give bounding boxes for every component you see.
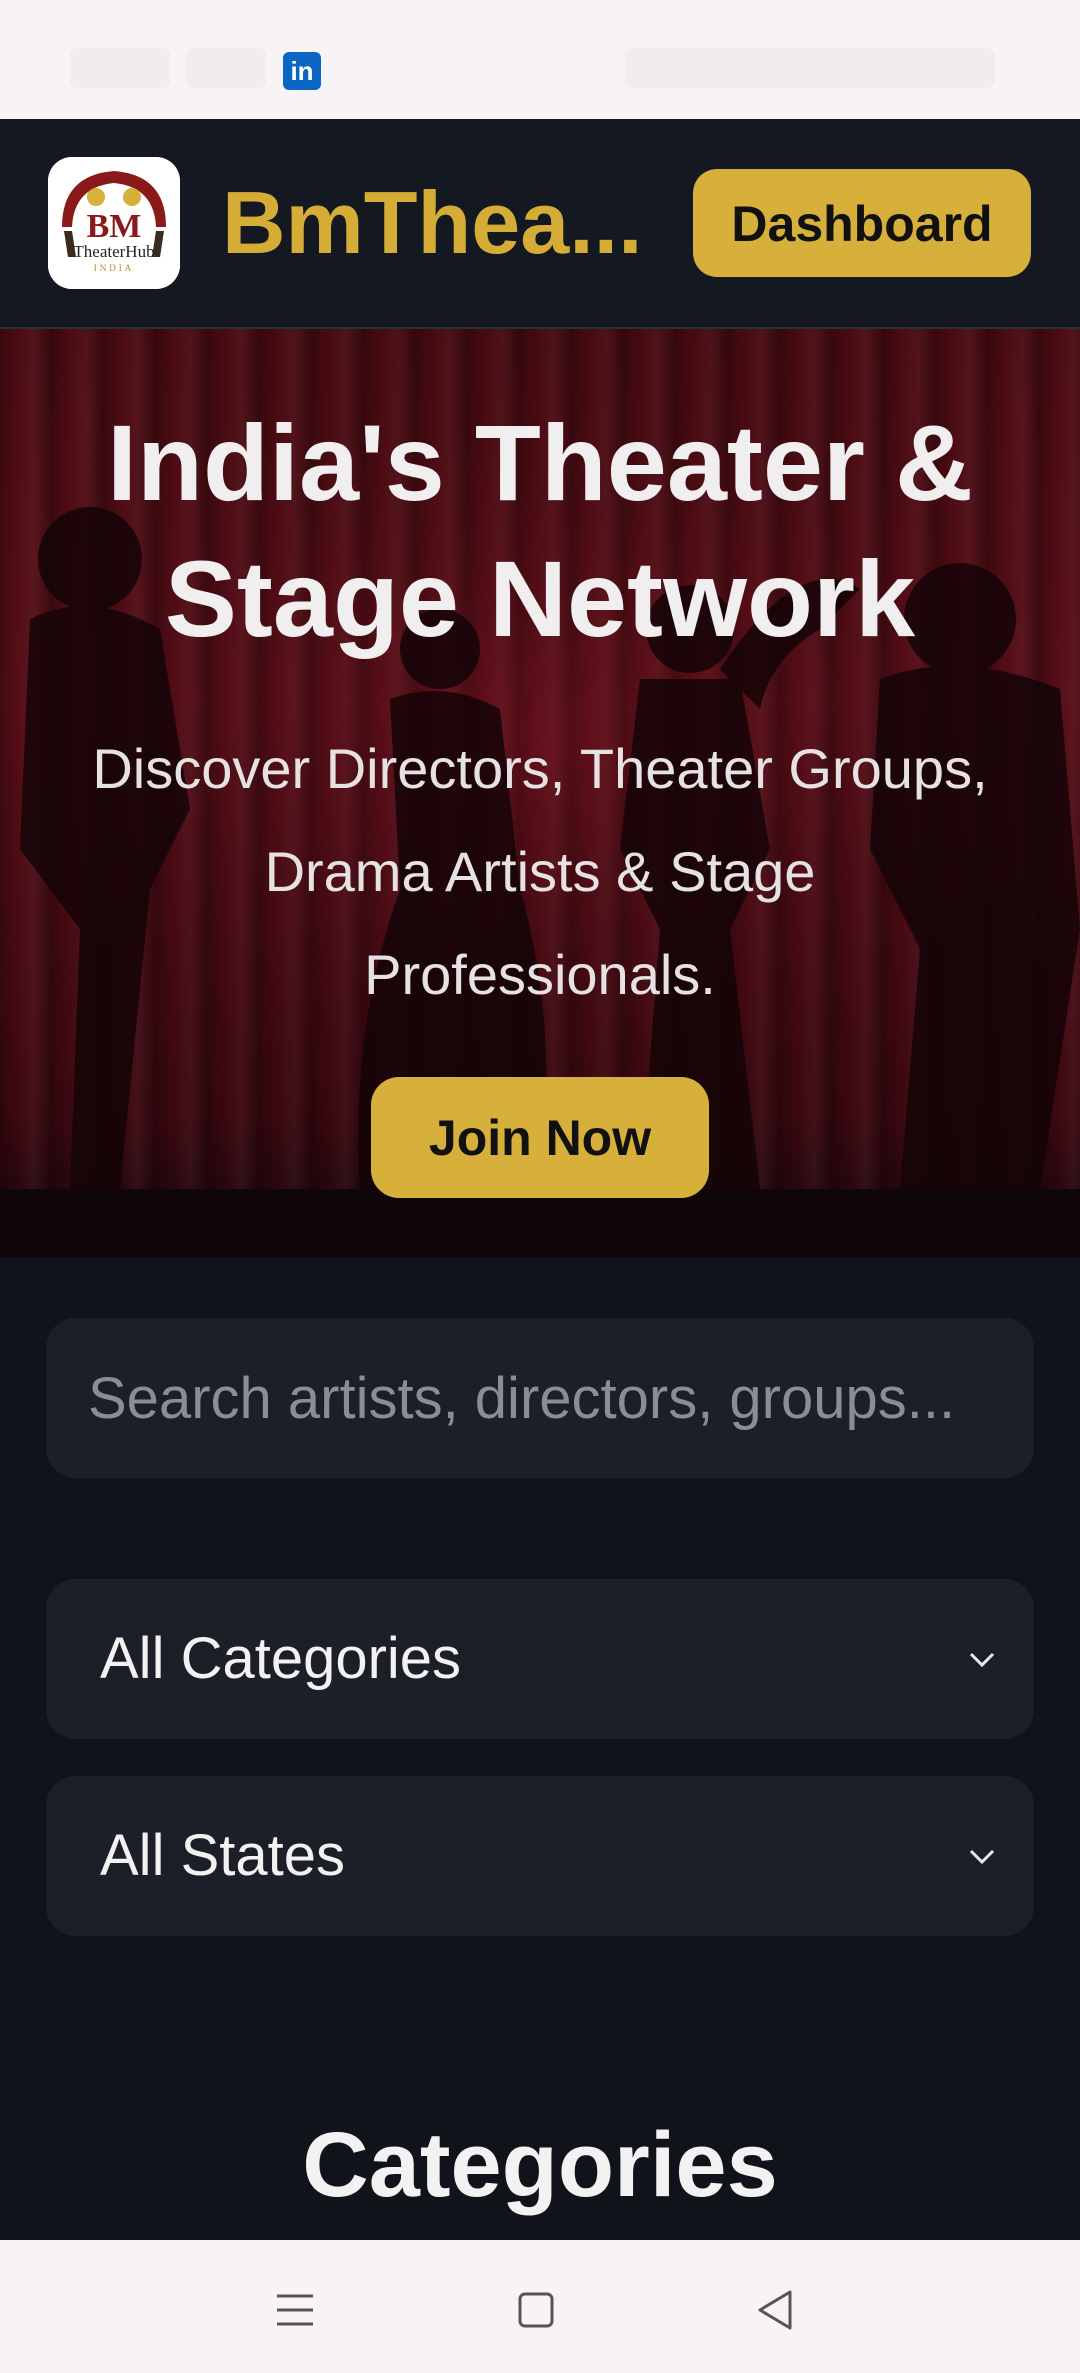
site-logo[interactable]: BM TheaterHub INDIA bbox=[48, 157, 180, 289]
state-select-value: All States bbox=[100, 1823, 345, 1888]
svg-text:BM: BM bbox=[87, 208, 142, 245]
theater-masks-logo: BM TheaterHub INDIA bbox=[48, 157, 180, 289]
home-icon[interactable] bbox=[508, 2282, 564, 2338]
search-input[interactable] bbox=[46, 1318, 1034, 1478]
chevron-down-icon bbox=[969, 1849, 995, 1865]
chevron-down-icon bbox=[969, 1652, 995, 1668]
category-select-value: All Categories bbox=[100, 1626, 462, 1691]
dashboard-button[interactable]: Dashboard bbox=[693, 169, 1031, 277]
category-select[interactable]: All Categories bbox=[46, 1579, 1034, 1739]
site-title[interactable]: BmThea... bbox=[222, 168, 652, 278]
status-indicators-left bbox=[186, 48, 266, 88]
hero-banner: India's Theater & Stage Network Discover… bbox=[0, 329, 1080, 1257]
join-now-button[interactable]: Join Now bbox=[371, 1077, 709, 1198]
svg-text:INDIA: INDIA bbox=[94, 263, 135, 273]
menu-icon[interactable] bbox=[267, 2282, 323, 2338]
hero-subtitle: Discover Directors, Theater Groups, Dram… bbox=[92, 737, 988, 1006]
status-bar: in bbox=[0, 0, 1080, 119]
status-indicators-right bbox=[625, 48, 995, 88]
system-navigation-bar bbox=[0, 2240, 1080, 2373]
back-icon[interactable] bbox=[748, 2282, 804, 2338]
categories-heading: Categories bbox=[302, 2114, 778, 2216]
state-select[interactable]: All States bbox=[46, 1776, 1034, 1936]
svg-text:TheaterHub: TheaterHub bbox=[73, 242, 154, 261]
clock-placeholder bbox=[70, 48, 170, 88]
hero-title: India's Theater & Stage Network bbox=[107, 402, 973, 659]
linkedin-icon: in bbox=[283, 52, 321, 90]
